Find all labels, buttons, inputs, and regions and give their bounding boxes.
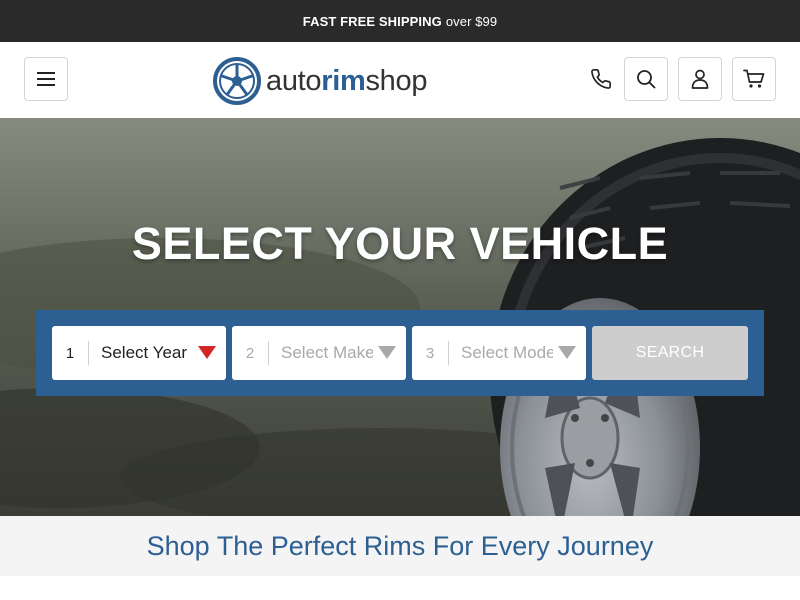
select-year-label: Select Year bbox=[101, 343, 188, 362]
shipping-announcement-strong: FAST FREE SHIPPING bbox=[302, 13, 442, 29]
dropdown-arrow-icon bbox=[198, 346, 216, 359]
select-make-dropdown[interactable]: 2 Select Make bbox=[232, 326, 406, 380]
cart-icon bbox=[743, 69, 765, 88]
site-logo[interactable]: autorimshop bbox=[213, 57, 427, 105]
phone-icon bbox=[591, 69, 611, 89]
vehicle-search-button[interactable]: SEARCH bbox=[592, 326, 748, 380]
logo-wordmark: autorimshop bbox=[266, 65, 427, 98]
select-year-dropdown[interactable]: 1 Select Year bbox=[52, 326, 226, 380]
menu-icon bbox=[37, 72, 55, 86]
user-icon bbox=[691, 69, 709, 89]
hero-title: SELECT YOUR VEHICLE bbox=[131, 218, 669, 269]
divider bbox=[448, 341, 449, 365]
shipping-announcement-rest: over $99 bbox=[445, 13, 498, 29]
dropdown-arrow-icon bbox=[558, 346, 576, 359]
select-model-dropdown[interactable]: 3 Select Model bbox=[412, 326, 586, 380]
divider bbox=[88, 341, 89, 365]
step-number: 1 bbox=[65, 344, 75, 362]
tagline: Shop The Perfect Rims For Every Journey bbox=[0, 516, 800, 576]
select-make-label: Select Make bbox=[281, 343, 373, 362]
cart-button[interactable] bbox=[732, 57, 776, 101]
vehicle-selector: 1 Select Year 2 Select Make 3 Select Mod… bbox=[36, 310, 764, 396]
search-icon bbox=[637, 70, 656, 89]
page-body bbox=[0, 576, 800, 600]
account-button[interactable] bbox=[678, 57, 722, 101]
phone-button[interactable] bbox=[586, 57, 616, 101]
dropdown-arrow-icon bbox=[378, 346, 396, 359]
logo-text-auto: auto bbox=[266, 64, 322, 97]
logo-text-rim: rim bbox=[321, 64, 366, 97]
shipping-announcement-bar: FAST FREE SHIPPING over $99 bbox=[0, 0, 800, 42]
logo-text-shop: shop bbox=[365, 64, 428, 97]
divider bbox=[268, 341, 269, 365]
step-number: 3 bbox=[425, 344, 435, 362]
search-button[interactable] bbox=[624, 57, 668, 101]
hero-banner: SELECT YOUR VEHICLE 1 Select Year 2 Sele… bbox=[0, 118, 800, 516]
select-model-label: Select Model bbox=[461, 343, 553, 362]
step-number: 2 bbox=[245, 344, 255, 362]
wheel-logo-icon bbox=[213, 57, 261, 105]
menu-button[interactable] bbox=[24, 57, 68, 101]
site-header: autorimshop bbox=[0, 42, 800, 118]
